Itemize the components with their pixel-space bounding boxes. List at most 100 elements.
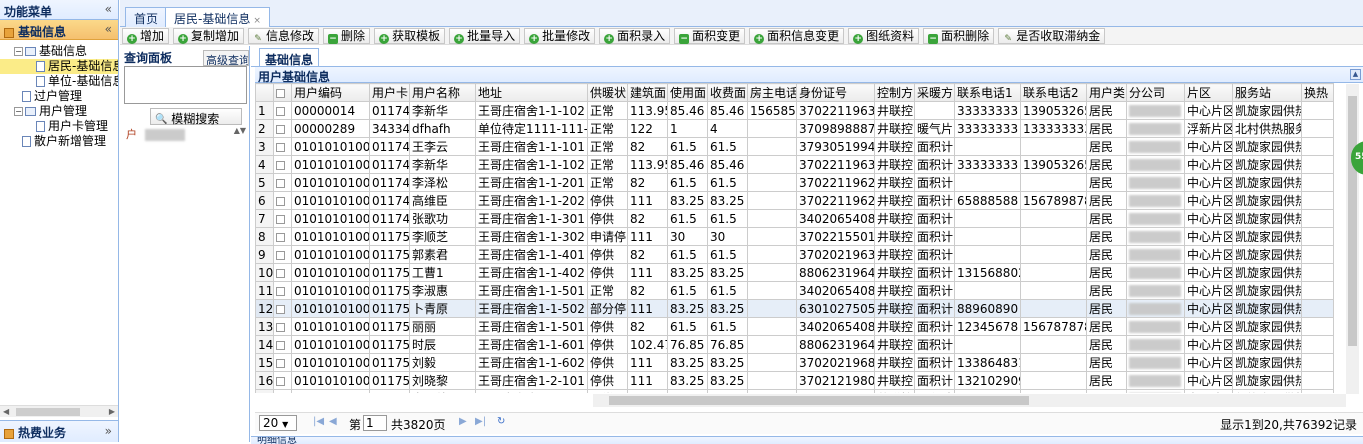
column-header[interactable]: 房主电话 xyxy=(747,83,797,102)
row-checkbox-cell[interactable] xyxy=(273,119,292,138)
menu-item[interactable]: − 基础信息 xyxy=(0,44,118,59)
scroll-right-icon[interactable]: ▶ xyxy=(109,407,115,416)
accordion-toggle-icon[interactable]: « xyxy=(105,22,112,36)
close-icon[interactable]: × xyxy=(253,16,261,26)
row-checkbox[interactable] xyxy=(276,376,285,386)
row-checkbox[interactable] xyxy=(276,232,285,242)
menu-item[interactable]: 散户新增管理 xyxy=(0,134,118,149)
column-header[interactable]: 用户名称 xyxy=(409,83,476,102)
column-header[interactable]: 换热 xyxy=(1301,83,1334,102)
row-checkbox-cell[interactable] xyxy=(273,191,292,210)
menu-item[interactable]: 过户管理 xyxy=(0,89,118,104)
row-checkbox-cell[interactable] xyxy=(273,263,292,282)
row-checkbox-cell[interactable] xyxy=(273,371,292,390)
menu-item[interactable]: 单位-基础信息 xyxy=(0,74,118,89)
row-checkbox[interactable] xyxy=(276,124,285,134)
row-checkbox[interactable] xyxy=(276,142,285,152)
row-checkbox[interactable] xyxy=(276,196,285,206)
row-checkbox-cell[interactable] xyxy=(273,389,292,393)
table-row[interactable]: 2 00000289 34334 dfhafh 单位待定1111-111-1 正常 122 1… xyxy=(255,119,1334,138)
row-checkbox[interactable] xyxy=(276,322,285,332)
toolbar-button[interactable]: + 面积信息变更 xyxy=(749,28,845,44)
row-checkbox-cell[interactable] xyxy=(273,137,292,156)
row-checkbox[interactable] xyxy=(276,214,285,224)
prev-page-icon[interactable]: ◀ xyxy=(329,416,337,427)
toolbar-button[interactable]: ✎ 是否收取滞纳金 xyxy=(998,28,1106,44)
menu-item[interactable]: 用户卡管理 xyxy=(0,119,118,134)
row-checkbox-cell[interactable] xyxy=(273,173,292,192)
accordion-heating-business[interactable]: 热费业务 » xyxy=(0,420,118,442)
row-checkbox[interactable] xyxy=(276,250,285,260)
column-header[interactable]: 用户类 xyxy=(1086,83,1127,102)
column-header[interactable]: 身份证号 xyxy=(796,83,875,102)
table-row[interactable]: 501010101001011747李泽松王哥庄宿舍1-1-201正常8261.… xyxy=(255,173,1334,192)
row-checkbox-cell[interactable] xyxy=(273,155,292,174)
collapse-toggle-icon[interactable]: − xyxy=(14,107,23,116)
column-header[interactable]: 联系电话1 xyxy=(954,83,1021,102)
table-row[interactable]: 301010101001011745王李云王哥庄宿舍1-1-101正常8261.… xyxy=(255,137,1334,156)
toolbar-button[interactable]: − 面积变更 xyxy=(674,28,746,44)
column-header[interactable]: 地址 xyxy=(475,83,588,102)
column-header[interactable]: 用户编码 xyxy=(291,83,370,102)
table-row[interactable]: 14 01010101001011755时辰王哥庄宿舍1-1-601停供102.4… xyxy=(255,335,1334,354)
table-row[interactable]: 4 01010101001011746李新华王哥庄宿舍1-1-102正常113.9… xyxy=(255,155,1334,174)
row-checkbox[interactable] xyxy=(276,340,285,350)
row-checkbox[interactable] xyxy=(276,268,285,278)
accordion-basic-info[interactable]: 基础信息 « xyxy=(0,20,118,40)
row-checkbox[interactable] xyxy=(276,160,285,170)
row-checkbox-cell[interactable] xyxy=(273,227,292,246)
table-row[interactable]: 1701010101001011758栾同德王哥庄宿舍1-2-102正常8261… xyxy=(255,389,1334,393)
toolbar-button[interactable]: + 获取模板 xyxy=(374,28,446,44)
table-row[interactable]: 1501010101001011756刘毅王哥庄宿舍1-1-602停供11183… xyxy=(255,353,1334,372)
table-row[interactable]: 701010101001011749张歌功王哥庄宿舍1-1-301停供8261.… xyxy=(255,209,1334,228)
table-row[interactable]: 601010101001011748高维臣王哥庄宿舍1-1-202停供11183… xyxy=(255,191,1334,210)
column-header[interactable]: 收费面 xyxy=(707,83,748,102)
row-checkbox-cell[interactable] xyxy=(273,299,292,318)
select-all-header[interactable] xyxy=(273,83,292,102)
toolbar-button[interactable]: + 批量导入 xyxy=(449,28,521,44)
table-row[interactable]: 1001010101001011752工曹1王哥庄宿舍1-1-402停供1118… xyxy=(255,263,1334,282)
collapse-menu-icon[interactable]: « xyxy=(105,2,112,16)
tab-basic-info[interactable]: 基础信息 xyxy=(259,48,320,67)
toolbar-button[interactable]: + 面积录入 xyxy=(599,28,671,44)
row-checkbox[interactable] xyxy=(276,106,285,116)
column-header[interactable]: 采暖方 xyxy=(914,83,955,102)
scroll-thumb[interactable] xyxy=(609,396,1029,405)
toolbar-button[interactable]: ✎ 信息修改 xyxy=(248,28,320,44)
table-row[interactable]: 901010101001011751郭素君王哥庄宿舍1-1-401停供8261.… xyxy=(255,245,1334,264)
table-row[interactable]: 1101010101001011753李淑惠王哥庄宿舍1-1-501正常8261… xyxy=(255,281,1334,300)
toolbar-button[interactable]: + 批量修改 xyxy=(524,28,596,44)
page-input[interactable]: 1 xyxy=(363,415,387,431)
horizontal-scrollbar[interactable] xyxy=(593,394,1346,407)
column-header[interactable]: 供暖状 xyxy=(587,83,628,102)
row-checkbox[interactable] xyxy=(276,304,285,314)
row-checkbox[interactable] xyxy=(276,358,285,368)
toolbar-button[interactable]: − 面积删除 xyxy=(923,28,995,44)
table-row[interactable]: 1301010101001011755丽丽王哥庄宿舍1-1-501停供8261.… xyxy=(255,317,1334,336)
column-header[interactable]: 用户卡 xyxy=(369,83,410,102)
column-header[interactable]: 服务站 xyxy=(1232,83,1302,102)
menu-item[interactable]: − 用户管理 xyxy=(0,104,118,119)
query-select[interactable]: 户 ▲▼ xyxy=(126,126,246,141)
toolbar-button[interactable]: + 复制增加 xyxy=(173,28,245,44)
scroll-thumb[interactable] xyxy=(16,408,80,416)
column-header[interactable]: 分公司 xyxy=(1126,83,1185,102)
fuzzy-search-button[interactable]: 🔍 模糊搜索 xyxy=(150,108,242,126)
tab-resident-basic-info[interactable]: 居民-基础信息 × xyxy=(165,7,270,28)
accordion-toggle-icon[interactable]: » xyxy=(105,424,112,438)
toolbar-button[interactable]: + 增加 xyxy=(122,28,170,44)
query-input[interactable] xyxy=(124,66,247,104)
table-row[interactable]: 801010101001011750李顺芝王哥庄宿舍1-1-302申请停1113… xyxy=(255,227,1334,246)
next-page-icon[interactable]: ▶ xyxy=(459,416,467,427)
column-header[interactable]: 建筑面 xyxy=(627,83,668,102)
column-header[interactable]: 使用面 xyxy=(667,83,708,102)
tab-home[interactable]: 首页 xyxy=(125,7,168,27)
page-size-select[interactable]: 20 ▼ xyxy=(259,415,297,431)
row-checkbox-cell[interactable] xyxy=(273,281,292,300)
table-row[interactable]: 12 01010101001011754卜青原王哥庄宿舍1-1-502部分停111… xyxy=(255,299,1334,318)
table-row[interactable]: 100000014011746李新华王哥庄宿舍1-1-102正常113.9585… xyxy=(255,101,1334,120)
table-row[interactable]: 1601010101001011757刘晓黎王哥庄宿舍1-2-101停供1118… xyxy=(255,371,1334,390)
row-checkbox-cell[interactable] xyxy=(273,101,292,120)
column-header[interactable]: 控制方 xyxy=(874,83,915,102)
scroll-thumb[interactable] xyxy=(1348,96,1357,346)
